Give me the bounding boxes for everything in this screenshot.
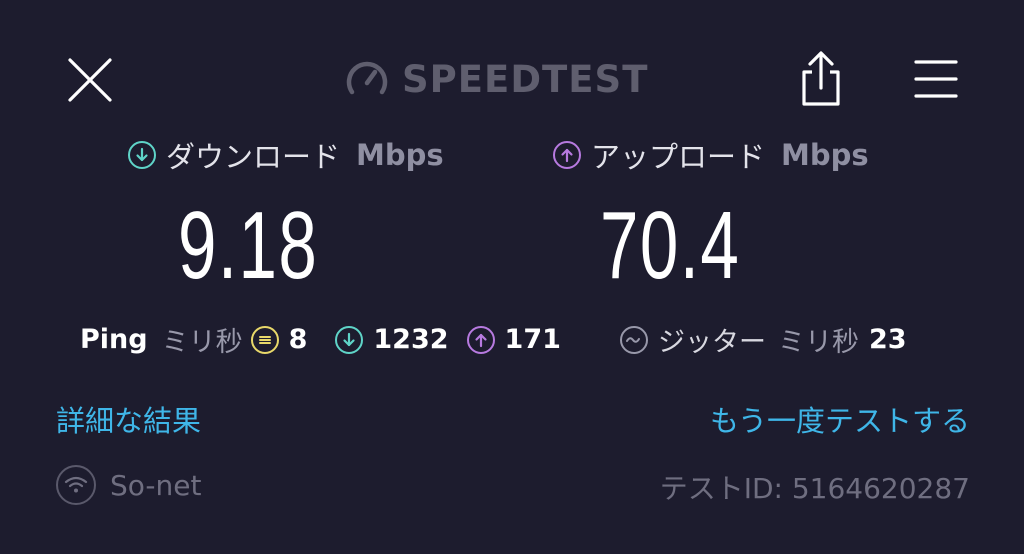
idle-ping-icon — [250, 325, 279, 354]
upload-header: アップロード Mbps — [553, 134, 869, 176]
download-arrow-icon — [128, 141, 156, 169]
idle-ping-value: 8 — [288, 324, 308, 355]
hamburger-menu-icon — [914, 60, 958, 98]
test-again-link[interactable]: もう一度テストする — [710, 398, 970, 440]
upload-ping-value: 171 — [504, 324, 561, 355]
speedometer-icon — [346, 61, 388, 95]
download-ping-value: 1232 — [373, 324, 449, 355]
ping-label: Ping — [80, 324, 148, 355]
upload-arrow-icon — [553, 141, 581, 169]
ping-unit: ミリ秒 — [161, 327, 243, 358]
speedtest-logo: SPEEDTEST — [344, 54, 648, 104]
wifi-icon — [56, 465, 96, 505]
logo-text: SPEEDTEST — [402, 57, 649, 101]
download-header: ダウンロード Mbps — [128, 134, 444, 176]
menu-button[interactable] — [910, 56, 962, 102]
test-id: テストID: 5164620287 — [659, 472, 970, 505]
share-button[interactable] — [796, 50, 846, 108]
upload-speed-value: 70.4 — [600, 192, 741, 299]
jitter-wave-icon — [620, 325, 648, 354]
download-label: ダウンロード — [166, 140, 341, 174]
ping-row: Ping ミリ秒 8 1232 171 — [80, 320, 561, 359]
close-button[interactable] — [62, 52, 118, 108]
isp-name: So-net — [110, 468, 202, 502]
jitter-row: ジッター ミリ秒 23 — [620, 320, 907, 359]
close-icon — [68, 58, 112, 102]
isp-info: So-net — [56, 465, 201, 505]
download-ping-icon — [335, 325, 364, 354]
upload-ping-icon — [466, 325, 495, 354]
jitter-unit: ミリ秒 — [778, 327, 859, 358]
download-speed-value: 9.18 — [178, 192, 319, 299]
upload-unit: Mbps — [781, 138, 869, 172]
share-icon — [802, 51, 840, 106]
detailed-results-link[interactable]: 詳細な結果 — [56, 398, 201, 440]
jitter-label: ジッター — [658, 327, 766, 358]
upload-label: アップロード — [591, 140, 766, 174]
download-unit: Mbps — [356, 138, 444, 172]
jitter-value: 23 — [869, 324, 907, 355]
